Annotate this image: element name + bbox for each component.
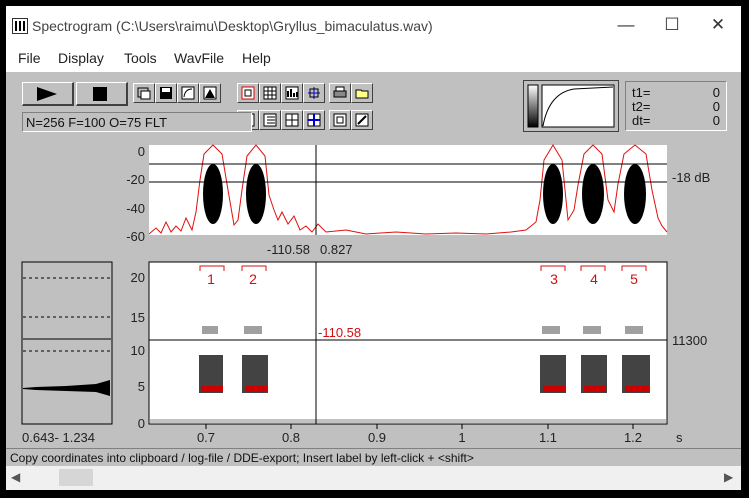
play-button[interactable] (22, 82, 74, 106)
spectrum-icon[interactable] (281, 83, 303, 103)
t1-label: t1= (632, 85, 651, 100)
time-xtick-1: 1 (458, 430, 465, 445)
amp-ytick-3: -60 (126, 229, 145, 244)
edit-icon[interactable] (351, 110, 373, 130)
app-icon (12, 18, 28, 34)
stop-button[interactable] (76, 82, 128, 106)
call-label-4: 4 (590, 271, 598, 287)
call-label-1: 1 (207, 271, 215, 287)
close-button[interactable]: ✕ (695, 6, 741, 44)
cursor-value-label: -110.58 (318, 325, 361, 340)
amp-ytick-2: -40 (126, 201, 145, 216)
menu-bar: File Display Tools WavFile Help (6, 44, 741, 72)
t2-label: t2= (632, 99, 651, 114)
scroll-left-icon[interactable]: ◀ (11, 470, 20, 484)
print-icon[interactable] (329, 83, 351, 103)
call-label-5: 5 (630, 271, 638, 287)
cursor-icon[interactable] (303, 110, 325, 130)
window-function-icon[interactable] (199, 83, 221, 103)
cursor-readout-amplitude: -110.58 (267, 242, 310, 257)
scroll-thumb[interactable] (59, 469, 93, 486)
save-icon[interactable] (155, 83, 177, 103)
freq-ytick-20: 20 (131, 270, 145, 285)
t2-value: 0 (712, 99, 720, 114)
call-label-3: 3 (550, 271, 558, 287)
spectrogram-window: Spectrogram (C:\Users\raimu\Desktop\Gryl… (6, 6, 741, 490)
time-unit-label: s (676, 430, 683, 445)
frequency-label: 11300 (672, 333, 707, 348)
frame-icon[interactable] (329, 110, 351, 130)
freq-ytick-0: 0 (138, 416, 145, 431)
call-label-2: 2 (249, 271, 257, 287)
freq-ytick-10: 10 (131, 343, 145, 358)
fft-params-field: N=256 F=100 O=75 FLT (22, 112, 252, 132)
dt-value: 0 (712, 113, 720, 128)
menu-wavfile[interactable]: WavFile (174, 50, 224, 66)
dt-label: dt= (632, 113, 651, 128)
menu-display[interactable]: Display (58, 50, 104, 66)
cursor-readout-time: 0.827 (320, 242, 353, 257)
t1-value: 0 (712, 85, 720, 100)
maximize-button[interactable]: ☐ (649, 6, 695, 44)
zoom-in-icon[interactable] (237, 83, 259, 103)
plot-area[interactable]: 0 -20 -40 -60 -18 dB -110.58 0.827 0.643… (6, 140, 741, 446)
window-title: Spectrogram (C:\Users\raimu\Desktop\Gryl… (32, 18, 433, 34)
side-range-label: 0.643- 1.234 (22, 430, 95, 445)
freq-ytick-5: 5 (138, 379, 145, 394)
amp-db-label: -18 dB (672, 170, 710, 185)
menu-help[interactable]: Help (242, 50, 271, 66)
open-folder-icon[interactable] (351, 83, 373, 103)
status-bar: Copy coordinates into clipboard / log-fi… (6, 448, 741, 466)
menu-tools[interactable]: Tools (124, 50, 157, 66)
time-xtick-0.7: 0.7 (197, 430, 215, 445)
marker-icon[interactable] (303, 83, 325, 103)
horizontal-scrollbar[interactable]: ◀ ▶ (6, 466, 741, 490)
copy-icon[interactable] (133, 83, 155, 103)
freq-ytick-15: 15 (131, 310, 145, 325)
time-readout-panel: t1= 0 t2= 0 dt= 0 (625, 81, 727, 131)
menu-file[interactable]: File (18, 50, 41, 66)
scroll-right-icon[interactable]: ▶ (724, 470, 733, 484)
time-xtick-0.9: 0.9 (368, 430, 386, 445)
time-xtick-1.2: 1.2 (624, 430, 642, 445)
amp-ytick-1: -20 (126, 172, 145, 187)
side-spectrum-panel[interactable] (21, 261, 113, 425)
title-bar: Spectrogram (C:\Users\raimu\Desktop\Gryl… (6, 6, 741, 44)
display-curve-preview[interactable] (523, 80, 619, 132)
minimize-button[interactable]: — (603, 6, 649, 44)
time-xtick-1.1: 1.1 (539, 430, 557, 445)
list-icon[interactable] (259, 110, 281, 130)
grid-icon[interactable] (259, 83, 281, 103)
amp-ytick-0: 0 (138, 144, 145, 159)
filter-icon[interactable] (177, 83, 199, 103)
time-xtick-0.8: 0.8 (282, 430, 300, 445)
crosshair-icon[interactable] (281, 110, 303, 130)
